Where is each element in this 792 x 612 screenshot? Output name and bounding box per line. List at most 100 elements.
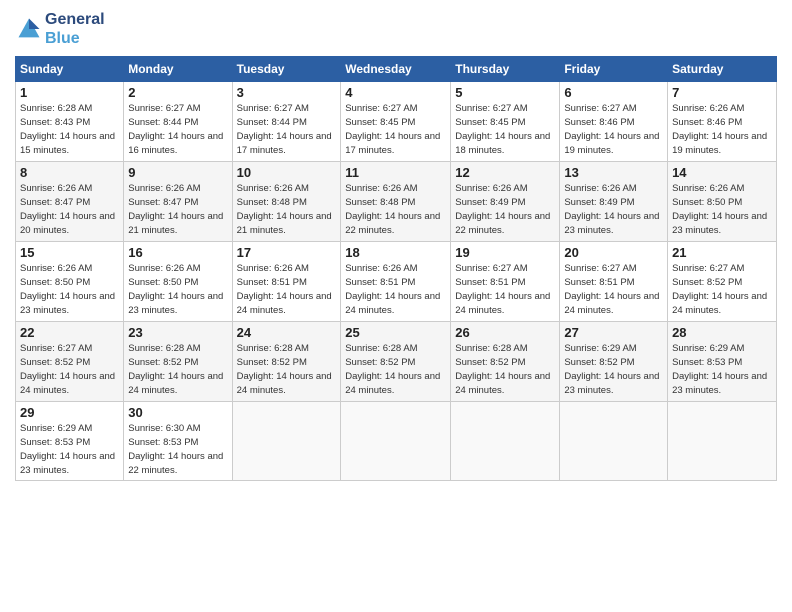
calendar-cell: 8 Sunrise: 6:26 AMSunset: 8:47 PMDaylight… (16, 162, 124, 242)
calendar-cell: 30 Sunrise: 6:30 AMSunset: 8:53 PMDayligh… (124, 402, 232, 481)
column-header-friday: Friday (560, 57, 668, 82)
day-number: 10 (237, 165, 337, 180)
calendar-cell: 23 Sunrise: 6:28 AMSunset: 8:52 PMDayligh… (124, 322, 232, 402)
day-number: 4 (345, 85, 446, 100)
day-info: Sunrise: 6:26 AMSunset: 8:47 PMDaylight:… (20, 182, 119, 237)
day-info: Sunrise: 6:29 AMSunset: 8:53 PMDaylight:… (672, 342, 772, 397)
day-number: 15 (20, 245, 119, 260)
calendar-week-row: 29 Sunrise: 6:29 AMSunset: 8:53 PMDayligh… (16, 402, 777, 481)
column-header-tuesday: Tuesday (232, 57, 341, 82)
calendar-cell (668, 402, 777, 481)
calendar-cell: 4 Sunrise: 6:27 AMSunset: 8:45 PMDaylight… (341, 82, 451, 162)
day-info: Sunrise: 6:26 AMSunset: 8:47 PMDaylight:… (128, 182, 227, 237)
day-info: Sunrise: 6:26 AMSunset: 8:49 PMDaylight:… (564, 182, 663, 237)
day-info: Sunrise: 6:28 AMSunset: 8:52 PMDaylight:… (345, 342, 446, 397)
calendar-cell: 25 Sunrise: 6:28 AMSunset: 8:52 PMDayligh… (341, 322, 451, 402)
day-number: 26 (455, 325, 555, 340)
day-number: 17 (237, 245, 337, 260)
day-number: 27 (564, 325, 663, 340)
day-info: Sunrise: 6:26 AMSunset: 8:46 PMDaylight:… (672, 102, 772, 157)
day-info: Sunrise: 6:29 AMSunset: 8:52 PMDaylight:… (564, 342, 663, 397)
column-header-monday: Monday (124, 57, 232, 82)
day-info: Sunrise: 6:27 AMSunset: 8:51 PMDaylight:… (455, 262, 555, 317)
calendar-cell: 22 Sunrise: 6:27 AMSunset: 8:52 PMDayligh… (16, 322, 124, 402)
calendar-week-row: 1 Sunrise: 6:28 AMSunset: 8:43 PMDaylight… (16, 82, 777, 162)
day-info: Sunrise: 6:28 AMSunset: 8:52 PMDaylight:… (237, 342, 337, 397)
calendar-cell: 1 Sunrise: 6:28 AMSunset: 8:43 PMDaylight… (16, 82, 124, 162)
calendar-cell: 28Sunrise: 6:29 AMSunset: 8:53 PMDayligh… (668, 322, 777, 402)
calendar-cell: 10 Sunrise: 6:26 AMSunset: 8:48 PMDayligh… (232, 162, 341, 242)
calendar-cell: 20 Sunrise: 6:27 AMSunset: 8:51 PMDayligh… (560, 242, 668, 322)
day-number: 20 (564, 245, 663, 260)
calendar-cell: 3Sunrise: 6:27 AMSunset: 8:44 PMDaylight… (232, 82, 341, 162)
calendar-cell: 6 Sunrise: 6:27 AMSunset: 8:46 PMDaylight… (560, 82, 668, 162)
calendar-week-row: 8 Sunrise: 6:26 AMSunset: 8:47 PMDaylight… (16, 162, 777, 242)
header: General Blue (15, 10, 777, 48)
day-info: Sunrise: 6:26 AMSunset: 8:48 PMDaylight:… (345, 182, 446, 237)
day-info: Sunrise: 6:26 AMSunset: 8:51 PMDaylight:… (237, 262, 337, 317)
day-info: Sunrise: 6:26 AMSunset: 8:49 PMDaylight:… (455, 182, 555, 237)
calendar-cell: 7 Sunrise: 6:26 AMSunset: 8:46 PMDaylight… (668, 82, 777, 162)
day-info: Sunrise: 6:27 AMSunset: 8:52 PMDaylight:… (672, 262, 772, 317)
day-number: 22 (20, 325, 119, 340)
calendar-cell: 24 Sunrise: 6:28 AMSunset: 8:52 PMDayligh… (232, 322, 341, 402)
calendar-cell: 27 Sunrise: 6:29 AMSunset: 8:52 PMDayligh… (560, 322, 668, 402)
calendar-cell: 29 Sunrise: 6:29 AMSunset: 8:53 PMDayligh… (16, 402, 124, 481)
day-info: Sunrise: 6:27 AMSunset: 8:44 PMDaylight:… (128, 102, 227, 157)
page: General Blue SundayMondayTuesdayWednesda… (0, 0, 792, 612)
day-number: 24 (237, 325, 337, 340)
calendar-cell: 18 Sunrise: 6:26 AMSunset: 8:51 PMDayligh… (341, 242, 451, 322)
calendar-cell (560, 402, 668, 481)
logo: General Blue (15, 10, 105, 48)
day-number: 30 (128, 405, 227, 420)
day-info: Sunrise: 6:27 AMSunset: 8:51 PMDaylight:… (564, 262, 663, 317)
day-number: 2 (128, 85, 227, 100)
day-info: Sunrise: 6:27 AMSunset: 8:46 PMDaylight:… (564, 102, 663, 157)
column-header-thursday: Thursday (451, 57, 560, 82)
day-number: 1 (20, 85, 119, 100)
calendar-week-row: 15 Sunrise: 6:26 AMSunset: 8:50 PMDayligh… (16, 242, 777, 322)
day-number: 12 (455, 165, 555, 180)
column-header-sunday: Sunday (16, 57, 124, 82)
day-number: 21 (672, 245, 772, 260)
day-info: Sunrise: 6:26 AMSunset: 8:51 PMDaylight:… (345, 262, 446, 317)
day-number: 5 (455, 85, 555, 100)
day-info: Sunrise: 6:27 AMSunset: 8:52 PMDaylight:… (20, 342, 119, 397)
calendar-cell: 19Sunrise: 6:27 AMSunset: 8:51 PMDayligh… (451, 242, 560, 322)
day-info: Sunrise: 6:28 AMSunset: 8:52 PMDaylight:… (455, 342, 555, 397)
day-number: 25 (345, 325, 446, 340)
day-info: Sunrise: 6:29 AMSunset: 8:53 PMDaylight:… (20, 422, 119, 477)
day-number: 9 (128, 165, 227, 180)
day-info: Sunrise: 6:28 AMSunset: 8:52 PMDaylight:… (128, 342, 227, 397)
calendar-table: SundayMondayTuesdayWednesdayThursdayFrid… (15, 56, 777, 481)
day-info: Sunrise: 6:28 AMSunset: 8:43 PMDaylight:… (20, 102, 119, 157)
calendar-cell: 16Sunrise: 6:26 AMSunset: 8:50 PMDayligh… (124, 242, 232, 322)
day-number: 7 (672, 85, 772, 100)
calendar-week-row: 22 Sunrise: 6:27 AMSunset: 8:52 PMDayligh… (16, 322, 777, 402)
calendar-cell (341, 402, 451, 481)
day-number: 29 (20, 405, 119, 420)
day-info: Sunrise: 6:26 AMSunset: 8:50 PMDaylight:… (128, 262, 227, 317)
day-number: 14 (672, 165, 772, 180)
calendar-cell: 17 Sunrise: 6:26 AMSunset: 8:51 PMDayligh… (232, 242, 341, 322)
day-info: Sunrise: 6:27 AMSunset: 8:45 PMDaylight:… (455, 102, 555, 157)
day-number: 18 (345, 245, 446, 260)
calendar-cell: 12 Sunrise: 6:26 AMSunset: 8:49 PMDayligh… (451, 162, 560, 242)
day-info: Sunrise: 6:26 AMSunset: 8:48 PMDaylight:… (237, 182, 337, 237)
calendar-cell: 2 Sunrise: 6:27 AMSunset: 8:44 PMDaylight… (124, 82, 232, 162)
column-header-saturday: Saturday (668, 57, 777, 82)
calendar-cell: 11 Sunrise: 6:26 AMSunset: 8:48 PMDayligh… (341, 162, 451, 242)
calendar-header-row: SundayMondayTuesdayWednesdayThursdayFrid… (16, 57, 777, 82)
day-info: Sunrise: 6:26 AMSunset: 8:50 PMDaylight:… (20, 262, 119, 317)
day-info: Sunrise: 6:27 AMSunset: 8:45 PMDaylight:… (345, 102, 446, 157)
day-info: Sunrise: 6:30 AMSunset: 8:53 PMDaylight:… (128, 422, 227, 477)
day-number: 11 (345, 165, 446, 180)
logo-text: General Blue (45, 10, 105, 48)
day-number: 8 (20, 165, 119, 180)
calendar-cell (451, 402, 560, 481)
day-number: 6 (564, 85, 663, 100)
calendar-cell: 14 Sunrise: 6:26 AMSunset: 8:50 PMDayligh… (668, 162, 777, 242)
day-number: 3 (237, 85, 337, 100)
day-number: 23 (128, 325, 227, 340)
day-info: Sunrise: 6:26 AMSunset: 8:50 PMDaylight:… (672, 182, 772, 237)
